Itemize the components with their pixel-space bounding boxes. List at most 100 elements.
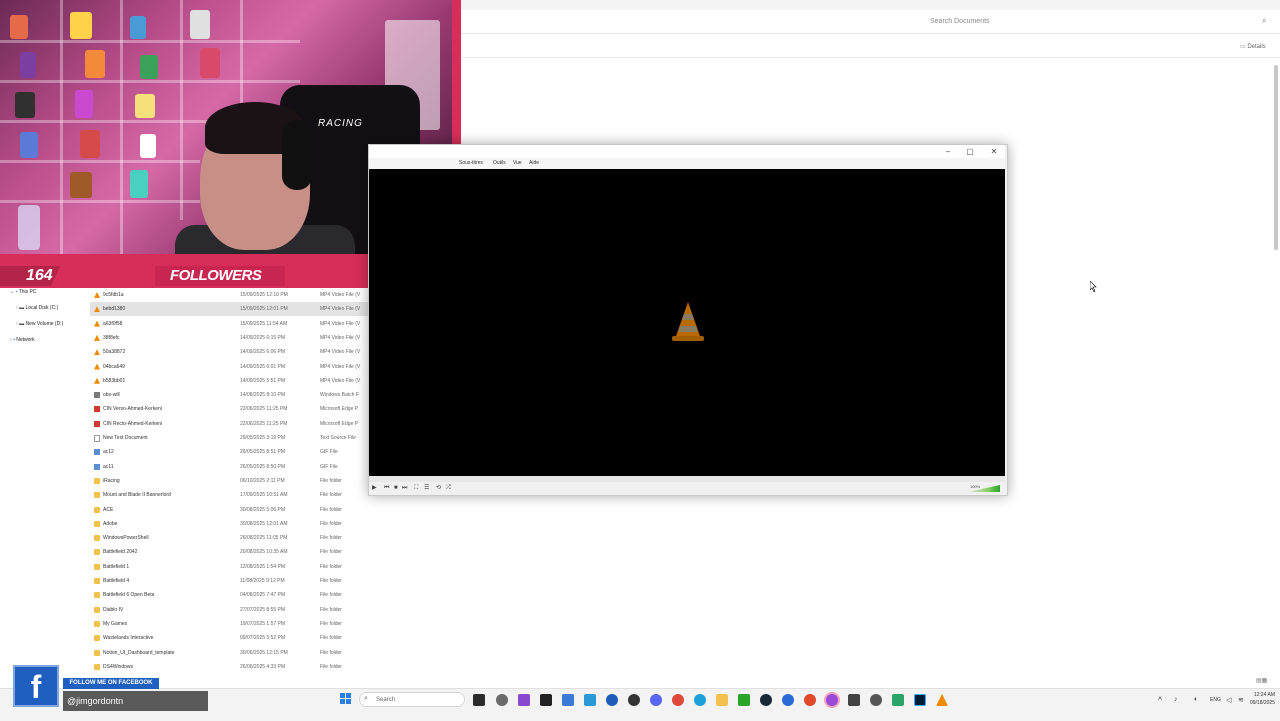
file-row[interactable]: Diablo IV 27/07/2025 8:55 PM File folder [90, 603, 368, 617]
app-icon[interactable] [870, 694, 882, 706]
file-name: 9c5fdb1a [103, 292, 124, 298]
file-row[interactable]: Notion_UI_Dashboard_template 30/06/2025 1… [90, 646, 368, 660]
loop-button[interactable]: ⟲ [436, 483, 441, 493]
file-row[interactable]: CIN Verso-Ahmed-Kerkeni 22/06/2025 11:25 … [90, 402, 368, 416]
file-row[interactable]: obs-will 14/08/2025 8:10 PM Windows Batch … [90, 388, 368, 402]
nav-item-network[interactable]: › ▪ Network [10, 335, 35, 345]
nav-item-this-pc[interactable]: ⌄ ▪ This PC [10, 287, 36, 297]
file-row[interactable]: a63f0f58 15/09/2025 11:54 AM MP4 Video Fil… [90, 317, 368, 331]
file-row[interactable]: 38f8efc 14/09/2025 6:15 PM MP4 Video File … [90, 331, 368, 345]
next-button[interactable]: ⏭ [402, 483, 407, 493]
menu-subtitles[interactable]: Sous-titres [459, 159, 483, 168]
minimize-icon[interactable]: – [940, 145, 956, 158]
file-row[interactable]: Mount and Blade II Bannerlord 17/09/2025 … [90, 488, 368, 502]
app-icon[interactable] [848, 694, 860, 706]
file-row[interactable]: 50a38872 14/09/2025 6:06 PM MP4 Video File… [90, 345, 368, 359]
vlc-title-bar[interactable] [369, 145, 1005, 158]
menu-view[interactable]: Vue [513, 159, 522, 168]
followers-label: FOLLOWERS [170, 267, 262, 284]
file-row[interactable]: Battlefield 1 12/08/2025 1:54 PM File fold… [90, 560, 368, 574]
taskbar-search[interactable]: Search [359, 692, 465, 707]
app-icon[interactable] [540, 694, 552, 706]
windows-start-icon[interactable] [340, 693, 352, 705]
clock-date[interactable]: 09/18/2025 [1237, 700, 1275, 706]
file-row[interactable]: ACE 30/08/2025 5:06 PM File folder [90, 503, 368, 517]
app-icon[interactable] [606, 694, 618, 706]
search-icon[interactable]: ⌕ [1262, 16, 1272, 26]
playlist-button[interactable]: ☰ [424, 483, 429, 493]
tray-app-icon[interactable]: ◐ [1194, 696, 1198, 703]
vlc-file-icon [94, 349, 100, 356]
play-button[interactable]: ▶ [372, 483, 377, 493]
obs-icon[interactable] [826, 694, 838, 706]
file-row[interactable]: ac12 26/05/2025 8:51 PM GIF File [90, 445, 368, 459]
shuffle-button[interactable]: ⤮ [446, 483, 451, 493]
chevron-up-icon[interactable]: ˄ [1158, 696, 1162, 703]
facebook-handle: @jimgordontn [63, 691, 208, 711]
file-row[interactable]: Battlefield 6 Open Beta 04/08/2025 7:47 P… [90, 588, 368, 602]
file-row[interactable]: New Text Document 29/05/2025 3:19 PM Text … [90, 431, 368, 445]
facebook-cta: FOLLOW ME ON FACEBOOK [63, 678, 159, 689]
file-date: 30/08/2025 12:01 AM [240, 520, 288, 527]
file-row[interactable]: Battlefield 2042 20/08/2025 10:35 AM File … [90, 545, 368, 559]
file-name: Battlefield 2042 [103, 549, 138, 556]
fullscreen-button[interactable]: ⛶ [414, 483, 418, 493]
file-type: File folder [320, 563, 342, 570]
folder-icon [94, 492, 100, 499]
app-icon[interactable] [782, 694, 794, 706]
file-type: GIF File [320, 449, 338, 456]
file-row[interactable]: 9c5fdb1a 15/09/2025 12:10 PM MP4 Video Fil… [90, 288, 368, 302]
folder-icon[interactable] [716, 694, 728, 706]
file-row[interactable]: My Games 19/07/2025 1:57 PM File folder [90, 617, 368, 631]
stop-button[interactable]: ■ [394, 483, 398, 493]
file-row[interactable]: DS4Windows 26/06/2025 4:33 PM File folder [90, 660, 368, 674]
file-row[interactable]: b583bb01 14/09/2025 5:51 PM MP4 Video File… [90, 374, 368, 388]
clock-time[interactable]: 12:24 AM [1241, 692, 1275, 698]
speaker-icon[interactable]: ◁ [1226, 696, 1231, 704]
language-indicator[interactable]: ENG [1210, 697, 1221, 703]
task-view-icon[interactable] [473, 694, 485, 706]
file-name: ACE [103, 506, 114, 513]
nav-item-local-disk[interactable]: › ▬ Local Disk (C:) [16, 303, 58, 313]
xbox-icon[interactable] [738, 694, 750, 706]
app-icon[interactable] [518, 694, 530, 706]
settings-gear-icon[interactable] [496, 694, 508, 706]
vlc-controls [369, 482, 1005, 494]
file-date: 26/08/2025 11:05 PM [240, 535, 288, 542]
close-icon[interactable]: ✕ [986, 145, 1002, 158]
folder-icon [94, 606, 100, 613]
maximize-icon[interactable]: ▢ [962, 145, 978, 158]
file-row[interactable]: WindowsPowerShell 26/08/2025 11:05 PM File… [90, 531, 368, 545]
file-row[interactable]: bebd1380 15/09/2025 12:01 PM MP4 Video Fil… [90, 302, 368, 317]
app-icon[interactable] [584, 694, 596, 706]
file-row[interactable]: Wastelands Interactive 09/07/2025 5:52 PM… [90, 631, 368, 645]
file-date: 15/09/2025 12:10 PM [240, 292, 288, 298]
vlc-file-icon [94, 363, 100, 370]
file-row[interactable]: Battlefield 4 11/08/2025 9:12 PM File fold… [90, 574, 368, 588]
app-icon[interactable] [804, 694, 816, 706]
menu-help[interactable]: Aide [529, 159, 539, 168]
file-type: File folder [320, 620, 342, 627]
app-icon[interactable] [562, 694, 574, 706]
nav-item-new-volume[interactable]: › ▬ New Volume (D:) [16, 319, 63, 329]
details-pane-button[interactable]: ▭ Details [1240, 41, 1274, 53]
steam-icon[interactable] [760, 694, 772, 706]
edge-icon[interactable] [694, 694, 706, 706]
explorer-search-input[interactable]: Search Documents [930, 15, 1080, 29]
file-row[interactable]: 04bca649 14/09/2025 6:01 PM MP4 Video File… [90, 360, 368, 374]
app-icon[interactable] [628, 694, 640, 706]
photoshop-icon[interactable] [914, 694, 926, 706]
view-toggle-icon[interactable]: ▤▦ [1256, 677, 1272, 685]
explorer-scrollbar[interactable] [1274, 65, 1278, 250]
microphone-icon[interactable]: ♪ [1174, 696, 1178, 703]
file-row[interactable]: CIN Recto-Ahmed-Kerkeni 22/06/2025 11:25 … [90, 417, 368, 431]
file-row[interactable]: Adobe 30/08/2025 12:01 AM File folder [90, 517, 368, 531]
chrome-icon[interactable] [672, 694, 684, 706]
file-row[interactable]: ac11 26/05/2025 8:50 PM GIF File [90, 460, 368, 474]
file-row[interactable]: iRacing 06/10/2025 2:11 PM File folder [90, 474, 368, 488]
previous-button[interactable]: ⏮ [384, 483, 389, 493]
file-name: 04bca649 [103, 363, 125, 370]
discord-icon[interactable] [650, 694, 662, 706]
menu-tools[interactable]: Outils [493, 159, 506, 168]
app-icon[interactable] [892, 694, 904, 706]
